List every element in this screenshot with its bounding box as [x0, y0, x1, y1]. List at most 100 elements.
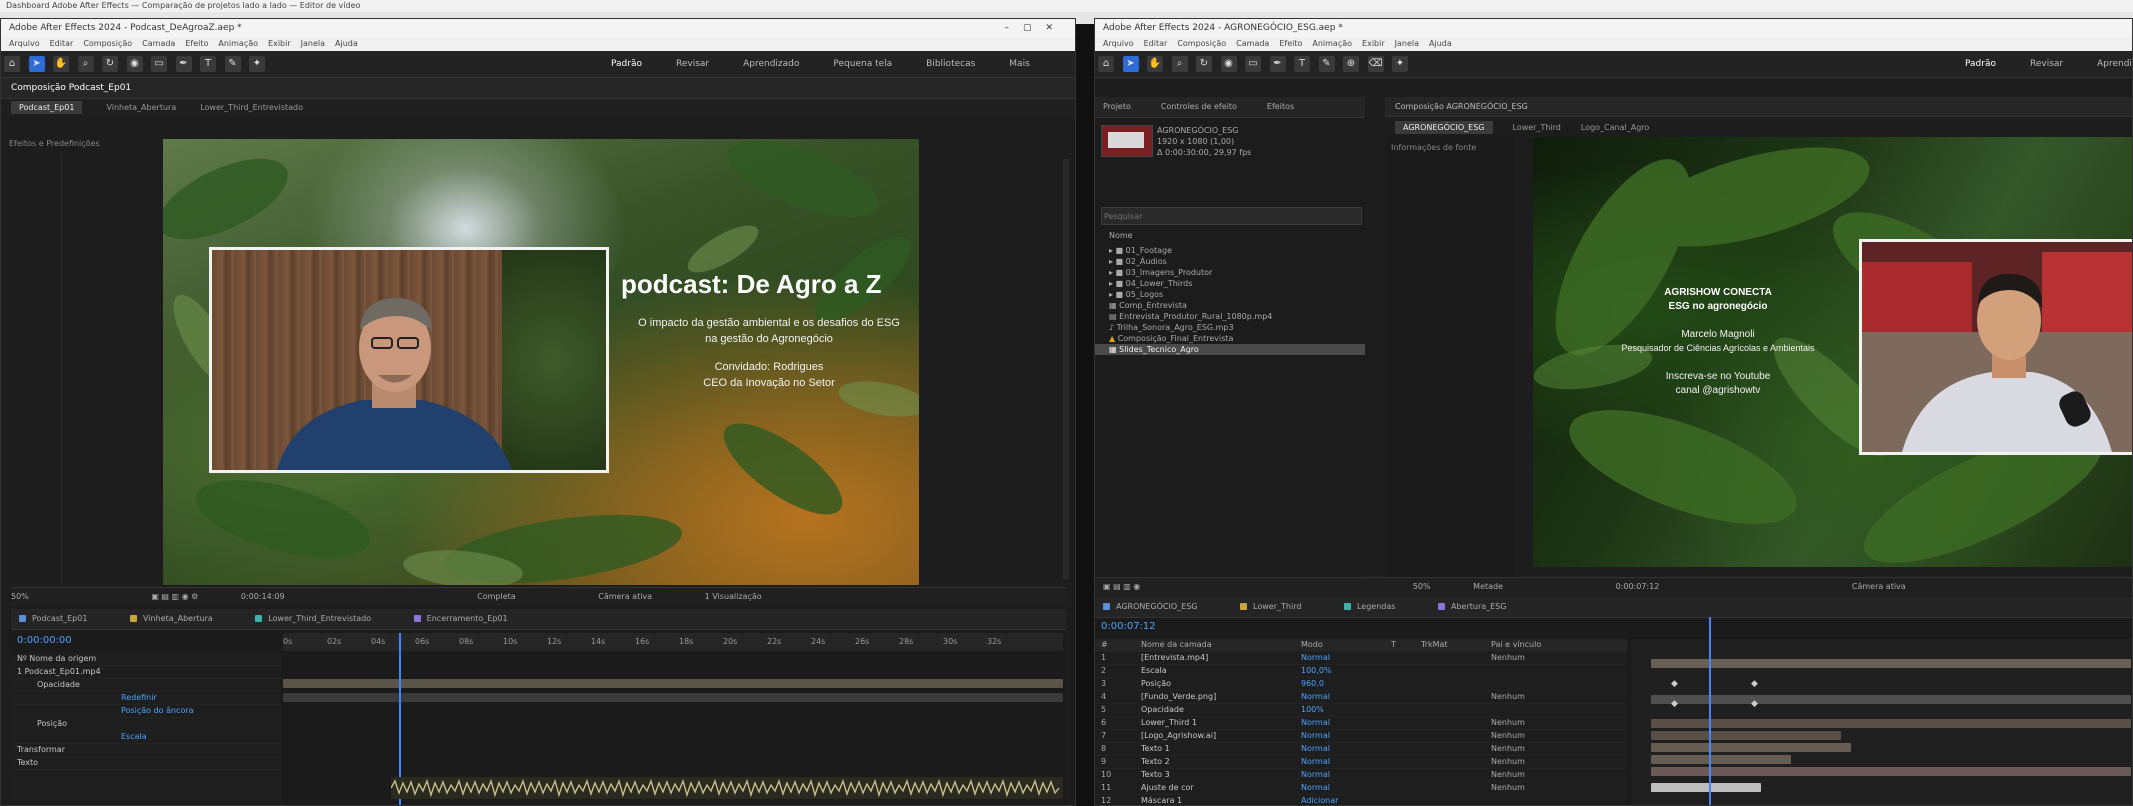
keyframe-icon[interactable]: ◆ [1751, 699, 1758, 709]
rectangle-tool-icon[interactable]: ▭ [1245, 56, 1261, 72]
layer-row[interactable]: 9 Texto 2 Normal Nenhum [1095, 756, 1627, 769]
comp-tab[interactable]: Lower_Third_Entrevistado [200, 103, 303, 112]
layer-row[interactable]: Transformar [11, 744, 281, 757]
puppet-tool-icon[interactable]: ✦ [249, 56, 265, 72]
layer-row[interactable]: 2 Escala 100,0% [1095, 665, 1627, 678]
track-bar[interactable] [1651, 659, 2131, 668]
layer-row[interactable]: 1 Podcast_Ep01.mp4 [11, 666, 281, 679]
snapshot-icon[interactable]: ▣ ▤ ▥ ◉ ⚙ [151, 592, 198, 601]
project-item[interactable]: ▸ ■ 04_Lower_Thirds [1095, 278, 1365, 289]
right-composition-viewer[interactable]: AGRISHOW CONECTA ESG no agronegócio Marc… [1533, 137, 2132, 567]
quality-select[interactable]: Metade [1473, 582, 1503, 591]
hand-tool-icon[interactable]: ✋ [1147, 56, 1163, 72]
layer-property-row[interactable]: Posição [11, 718, 281, 731]
comp-tab[interactable]: Lower_Third [1513, 123, 1561, 132]
track-bar[interactable] [1651, 783, 1761, 792]
project-search-input[interactable] [1101, 207, 1362, 225]
type-tool-icon[interactable]: T [200, 56, 216, 72]
project-item[interactable]: ▲ Composição_Final_Entrevista [1095, 333, 1365, 344]
layer-parent[interactable]: Nenhum [1491, 718, 1525, 727]
layer-row[interactable]: 8 Texto 1 Normal Nenhum [1095, 743, 1627, 756]
timeline-tab[interactable]: Lower_Third [1240, 602, 1301, 611]
workspace-tab[interactable]: Aprendizado [743, 59, 799, 69]
project-item[interactable]: ▸ ■ 05_Logos [1095, 289, 1365, 300]
zoom-select[interactable]: 50% [1413, 582, 1431, 591]
keyframe-icon[interactable]: ◆ [1751, 679, 1758, 689]
project-column-header[interactable]: Nome [1109, 231, 1133, 240]
panel-title[interactable]: Composição Podcast_Ep01 [11, 83, 131, 93]
comp-tab[interactable]: Logo_Canal_Agro [1581, 123, 1649, 132]
project-tab[interactable]: Controles de efeito [1161, 102, 1237, 111]
menu-item[interactable]: Composição [1177, 39, 1226, 48]
menu-item[interactable]: Arquivo [1103, 39, 1134, 48]
layer-property-row[interactable]: Posição do âncora [11, 705, 281, 718]
workspace-tab[interactable]: Pequena tela [833, 59, 892, 69]
workspace-tab[interactable]: Mais [1009, 59, 1029, 69]
left-viewer-scrollbar[interactable] [1063, 159, 1069, 579]
selection-tool-icon[interactable]: ➤ [28, 56, 45, 72]
project-item[interactable]: ▸ ■ 01_Footage [1095, 245, 1365, 256]
comp-tab[interactable]: Vinheta_Abertura [106, 103, 176, 112]
menu-item[interactable]: Animação [218, 39, 258, 48]
viewer-timecode[interactable]: 0:00:07:12 [1616, 582, 1660, 591]
menu-item[interactable]: Composição [83, 39, 132, 48]
layer-mode[interactable]: Normal [1301, 730, 1491, 742]
workspace-tab[interactable]: Revisar [2030, 59, 2063, 69]
right-playhead[interactable] [1709, 617, 1711, 805]
timeline-tab[interactable]: Lower_Third_Entrevistado [255, 614, 371, 623]
layer-mode[interactable]: Normal [1301, 756, 1491, 768]
layer-mode[interactable]: 100,0% [1301, 665, 1491, 677]
track-bar[interactable] [1651, 695, 2131, 704]
menu-item[interactable]: Janela [1395, 39, 1419, 48]
layer-row[interactable]: 7 [Logo_Agrishow.ai] Normal Nenhum [1095, 730, 1627, 743]
right-timeline-timecode[interactable]: 0:00:07:12 [1101, 621, 1156, 632]
timeline-tab[interactable]: Vinheta_Abertura [129, 614, 213, 623]
workspace-tab[interactable]: Aprendizado [2097, 59, 2132, 69]
layer-row[interactable]: 12 Máscara 1 Adicionar [1095, 795, 1627, 805]
keyframe-icon[interactable]: ◆ [1671, 679, 1678, 689]
menu-item[interactable]: Efeito [185, 39, 208, 48]
layer-row[interactable]: 6 Lower_Third 1 Normal Nenhum [1095, 717, 1627, 730]
stamp-tool-icon[interactable]: ⊕ [1343, 56, 1359, 72]
layer-row[interactable]: 10 Texto 3 Normal Nenhum [1095, 769, 1627, 782]
layer-row[interactable]: 11 Ajuste de cor Normal Nenhum [1095, 782, 1627, 795]
camera-tool-icon[interactable]: ◉ [126, 56, 143, 72]
layer-mode[interactable]: Normal [1301, 769, 1491, 781]
layer-row[interactable]: 4 [Fundo_Verde.png] Normal Nenhum [1095, 691, 1627, 704]
right-track-area[interactable]: ◆ ◆ ◆ ◆ [1631, 639, 2132, 805]
project-tab[interactable]: Efeitos [1267, 102, 1294, 111]
project-item-selected[interactable]: ▦ Slides_Tecnico_Agro [1095, 344, 1365, 355]
layer-parent[interactable]: Nenhum [1491, 731, 1525, 740]
quality-select[interactable]: Completa [477, 592, 516, 601]
menu-item[interactable]: Camada [142, 39, 175, 48]
timeline-tab[interactable]: Abertura_ESG [1437, 602, 1506, 611]
brush-tool-icon[interactable]: ✎ [1318, 56, 1335, 72]
track-bar[interactable] [1651, 767, 2131, 776]
menu-item[interactable]: Editar [1144, 39, 1168, 48]
home-icon[interactable]: ⌂ [1098, 56, 1114, 72]
podcast-video-inset[interactable] [209, 247, 609, 473]
zoom-tool-icon[interactable]: ⌕ [1171, 56, 1188, 72]
left-window-controls[interactable]: –▢✕ [1004, 19, 1067, 37]
layer-mode[interactable]: Normal [1301, 717, 1491, 729]
layer-row[interactable]: Texto [11, 757, 281, 770]
timeline-tab[interactable]: Podcast_Ep01 [19, 614, 87, 623]
interview-video-inset[interactable] [1859, 239, 2132, 455]
home-icon[interactable]: ⌂ [4, 56, 20, 72]
zoom-tool-icon[interactable]: ⌕ [77, 56, 94, 72]
timeline-tab[interactable]: Encerramento_Ep01 [413, 614, 508, 623]
workspace-tab[interactable]: Bibliotecas [926, 59, 975, 69]
keyframe-icon[interactable]: ◆ [1671, 699, 1678, 709]
layer-mode[interactable]: Normal [1301, 652, 1491, 664]
menu-item[interactable]: Editar [50, 39, 74, 48]
track-bar[interactable] [1651, 743, 1851, 752]
comp-tab[interactable]: Podcast_Ep01 [11, 101, 83, 114]
camera-select[interactable]: Câmera ativa [598, 592, 652, 601]
property-link[interactable]: Posição do âncora [121, 706, 194, 715]
hand-tool-icon[interactable]: ✋ [53, 56, 69, 72]
project-item[interactable]: ▦ Comp_Entrevista [1095, 300, 1365, 311]
layer-row[interactable]: 3 Posição 960,0 [1095, 678, 1627, 691]
menu-item[interactable]: Ajuda [335, 39, 358, 48]
project-item[interactable]: ▸ ■ 02_Áudios [1095, 256, 1365, 267]
layer-parent[interactable]: Nenhum [1491, 783, 1525, 792]
